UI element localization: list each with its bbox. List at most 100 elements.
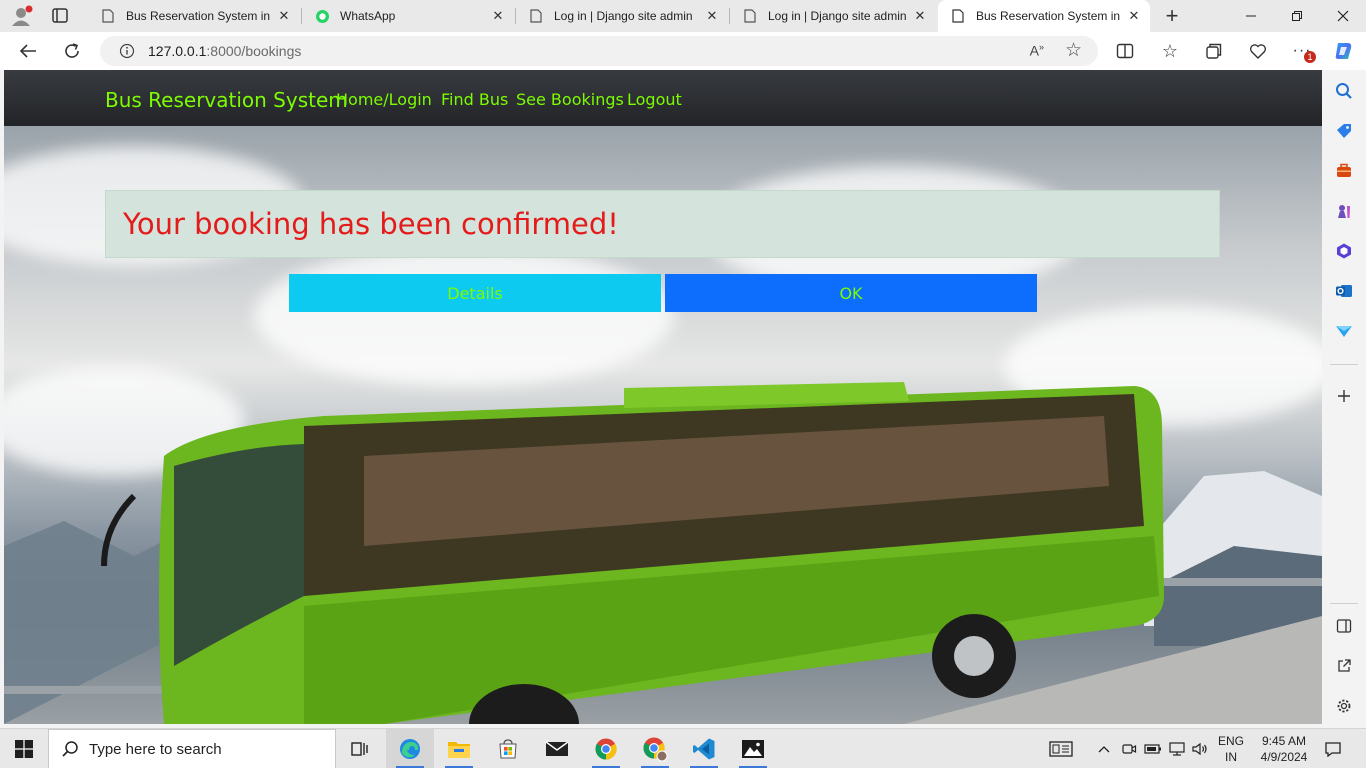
tab-strip: Bus Reservation System in Dj ✕ WhatsApp … — [0, 0, 1366, 32]
close-icon[interactable]: ✕ — [702, 8, 722, 24]
sidebar-panel-icon[interactable] — [1334, 616, 1354, 636]
taskbar-search-box[interactable]: Type here to search — [48, 729, 336, 768]
booking-confirmed-alert: Your booking has been confirmed! — [105, 190, 1220, 258]
tab-actions-icon — [52, 8, 68, 23]
tab-actions-button[interactable] — [48, 6, 72, 26]
tab-2[interactable]: Log in | Django site admin ✕ — [516, 0, 728, 32]
close-icon — [1337, 10, 1349, 22]
camera-icon — [1122, 744, 1137, 754]
minimize-button[interactable] — [1228, 0, 1274, 32]
site-info-icon[interactable] — [112, 43, 142, 59]
search-icon[interactable] — [1334, 81, 1354, 101]
close-icon[interactable]: ✕ — [910, 8, 930, 24]
tray-clock[interactable]: 9:45 AM 4/9/2024 — [1252, 733, 1316, 765]
close-icon[interactable]: ✕ — [1124, 8, 1144, 24]
nav-logout[interactable]: Logout — [627, 90, 682, 109]
tray-meet-now[interactable] — [1118, 729, 1140, 768]
site-brand[interactable]: Bus Reservation System — [105, 88, 348, 112]
taskbar-chrome-profile[interactable] — [631, 729, 679, 768]
notification-icon — [1325, 742, 1341, 757]
microsoft365-icon[interactable] — [1334, 241, 1354, 261]
games-chess-icon[interactable] — [1334, 201, 1354, 221]
split-screen-icon — [1116, 43, 1134, 59]
nav-home-login[interactable]: Home/Login — [336, 90, 432, 109]
url-host: 127.0.0.1 — [148, 43, 207, 59]
browser-toolbar: 127.0.0.1:8000/bookings A» ☆ ☆ ··· 1 — [0, 32, 1366, 70]
mail-icon — [545, 741, 569, 756]
edge-icon — [400, 739, 420, 759]
settings-menu-button[interactable]: ··· 1 — [1287, 36, 1317, 66]
task-view-button[interactable] — [336, 729, 384, 768]
shopping-tag-icon[interactable] — [1334, 121, 1354, 141]
speaker-icon — [1192, 742, 1207, 756]
vscode-icon — [693, 738, 715, 760]
tab-1[interactable]: WhatsApp ✕ — [302, 0, 514, 32]
tray-network[interactable] — [1166, 729, 1188, 768]
read-aloud-icon[interactable]: A» — [1030, 42, 1044, 59]
tools-briefcase-icon[interactable] — [1334, 161, 1354, 181]
profile-icon — [12, 5, 33, 26]
tray-overflow-button[interactable] — [1094, 729, 1114, 768]
network-icon — [1169, 742, 1185, 756]
close-icon[interactable]: ✕ — [274, 8, 294, 24]
taskbar-chrome[interactable] — [582, 729, 630, 768]
page-icon — [100, 8, 116, 24]
restore-icon — [1292, 11, 1302, 21]
new-tab-button[interactable]: + — [1160, 4, 1184, 28]
copilot-button[interactable] — [1329, 36, 1359, 66]
tray-battery[interactable] — [1142, 729, 1164, 768]
heart-pulse-icon — [1249, 44, 1267, 59]
add-sidebar-app-icon[interactable] — [1334, 386, 1354, 406]
split-screen-button[interactable] — [1110, 36, 1140, 66]
restore-button[interactable] — [1274, 0, 1320, 32]
nav-find-bus[interactable]: Find Bus — [441, 90, 508, 109]
notification-center-button[interactable] — [1320, 729, 1346, 768]
tray-language[interactable]: ENG IN — [1212, 733, 1250, 765]
tab-4-active[interactable]: Bus Reservation System in Dj ✕ — [938, 0, 1150, 32]
refresh-button[interactable] — [57, 36, 87, 66]
close-icon[interactable]: ✕ — [488, 8, 508, 24]
browser-essentials-button[interactable] — [1243, 36, 1273, 66]
sidebar-settings-gear-icon[interactable] — [1334, 696, 1354, 716]
site-navbar: Bus Reservation System Home/Login Find B… — [4, 70, 1322, 126]
language-region: IN — [1225, 750, 1237, 764]
edge-sidebar — [1322, 70, 1366, 728]
collections-button[interactable] — [1199, 36, 1229, 66]
open-external-icon[interactable] — [1334, 656, 1354, 676]
taskbar-edge[interactable] — [386, 729, 434, 768]
notification-badge: 1 — [1304, 51, 1316, 63]
taskbar-vscode[interactable] — [680, 729, 728, 768]
page-icon — [742, 8, 758, 24]
url-text[interactable]: 127.0.0.1:8000/bookings — [148, 43, 301, 59]
news-icon — [1049, 741, 1073, 757]
address-bar[interactable]: 127.0.0.1:8000/bookings A» ☆ — [100, 36, 1098, 66]
favorites-button[interactable]: ☆ — [1155, 36, 1185, 66]
tab-title: Log in | Django site admin — [554, 9, 693, 23]
tab-3[interactable]: Log in | Django site admin ✕ — [730, 0, 936, 32]
taskbar-file-explorer[interactable] — [435, 729, 483, 768]
outlook-icon[interactable] — [1334, 281, 1354, 301]
taskbar-mail[interactable] — [533, 729, 581, 768]
send-drop-icon[interactable] — [1334, 321, 1354, 341]
favorites-star-list-icon: ☆ — [1161, 40, 1179, 61]
tab-title: Bus Reservation System in Dj — [976, 9, 1124, 23]
start-button[interactable] — [0, 729, 48, 768]
tab-0[interactable]: Bus Reservation System in Dj ✕ — [88, 0, 300, 32]
taskbar-store[interactable] — [484, 729, 532, 768]
details-button[interactable]: Details — [289, 274, 661, 312]
profile-avatar[interactable] — [8, 4, 34, 28]
url-path: :8000/bookings — [206, 43, 302, 59]
tab-title: Bus Reservation System in Dj — [126, 9, 274, 23]
whatsapp-icon — [314, 8, 330, 24]
favorite-star-icon[interactable]: ☆ — [1065, 39, 1082, 62]
close-window-button[interactable] — [1320, 0, 1366, 32]
back-button[interactable] — [13, 36, 43, 66]
nav-see-bookings[interactable]: See Bookings — [516, 90, 624, 109]
tray-volume[interactable] — [1189, 729, 1211, 768]
taskbar-photos[interactable] — [729, 729, 777, 768]
windows-taskbar: Type here to search ENG IN 9:45 AM 4/9/2… — [0, 728, 1366, 768]
page-icon — [528, 8, 544, 24]
minimize-icon — [1246, 15, 1256, 17]
tray-news-widget[interactable] — [1044, 729, 1078, 768]
ok-button[interactable]: OK — [665, 274, 1037, 312]
